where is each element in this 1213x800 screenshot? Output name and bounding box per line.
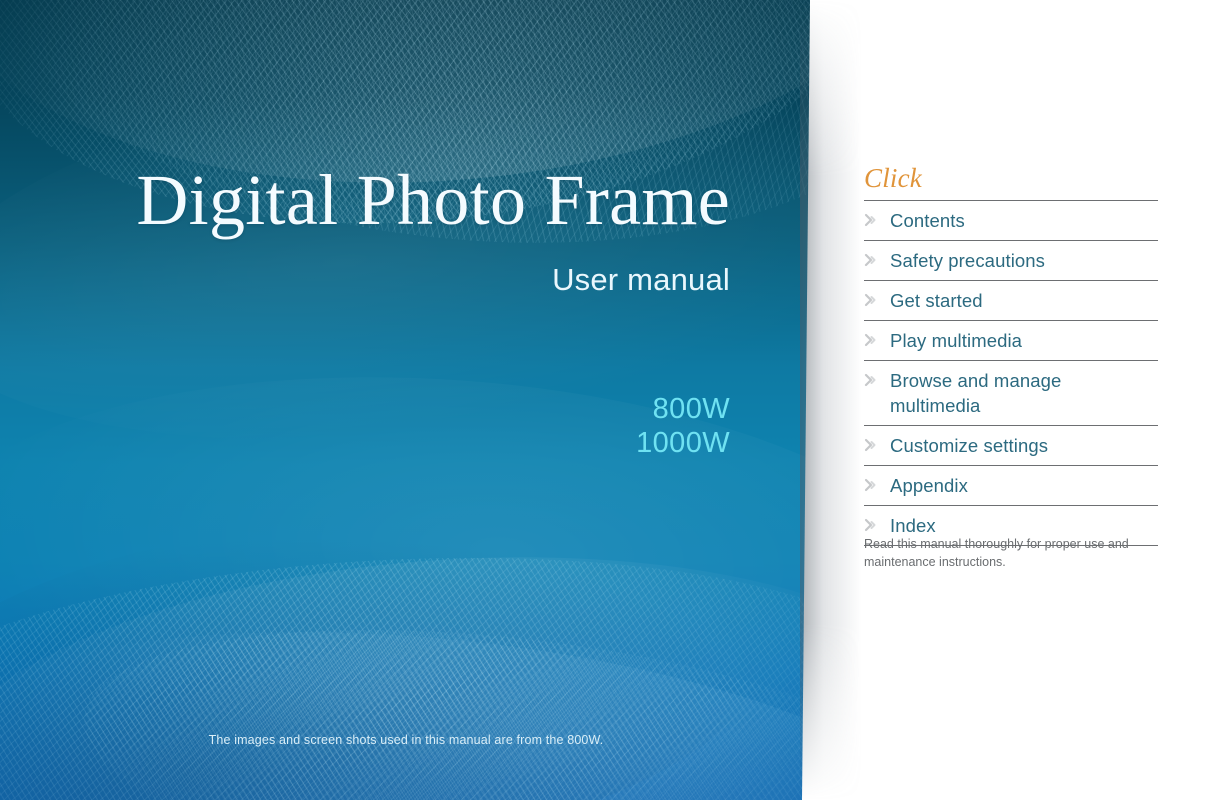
model-number-800w: 800W [652,393,730,425]
page-title: Digital Photo Frame [136,160,730,240]
menu-item-browse-and-manage-multimedia[interactable]: Browse and manage multimedia [864,360,1158,425]
menu-item-get-started[interactable]: Get started [864,280,1158,320]
menu-item-safety-precautions[interactable]: Safety precautions [864,240,1158,280]
cover-text-group: Digital Photo Frame User manual 800W 100… [0,0,810,800]
menu-list: Contents Safety precautions Get started … [864,200,1158,546]
menu-item-customize-settings[interactable]: Customize settings [864,425,1158,465]
menu-item-label: Customize settings [890,435,1049,456]
double-chevron-right-icon [864,513,890,535]
menu-item-label: Play multimedia [890,330,1023,351]
double-chevron-right-icon [864,473,890,495]
menu-item-play-multimedia[interactable]: Play multimedia [864,320,1158,360]
cover-artwork-panel: Digital Photo Frame User manual 800W 100… [0,0,810,800]
menu-item-label: Contents [890,210,965,231]
double-chevron-right-icon [864,288,890,310]
click-heading: Click [864,163,922,193]
double-chevron-right-icon [864,433,890,455]
manual-cover-page: Digital Photo Frame User manual 800W 100… [0,0,1213,800]
double-chevron-right-icon [864,208,890,230]
cover-footnote: The images and screen shots used in this… [208,733,604,747]
read-manual-note: Read this manual thoroughly for proper u… [864,537,1129,569]
menu-item-label: Appendix [890,475,968,496]
double-chevron-right-icon [864,328,890,350]
model-number-1000w: 1000W [636,427,730,460]
double-chevron-right-icon [864,248,890,270]
menu-item-appendix[interactable]: Appendix [864,465,1158,505]
menu-item-label: Safety precautions [890,250,1046,271]
panel-edge-shadow [800,0,862,800]
click-menu-panel: Click Contents Safety precautions Get st… [864,0,1164,800]
double-chevron-right-icon [864,368,890,390]
page-subtitle: User manual [552,262,730,297]
menu-item-label: Get started [890,290,983,311]
menu-item-label: Browse and manage multimedia [890,370,1062,416]
model-numbers: 800W 1000W [0,392,730,460]
menu-item-contents[interactable]: Contents [864,200,1158,240]
